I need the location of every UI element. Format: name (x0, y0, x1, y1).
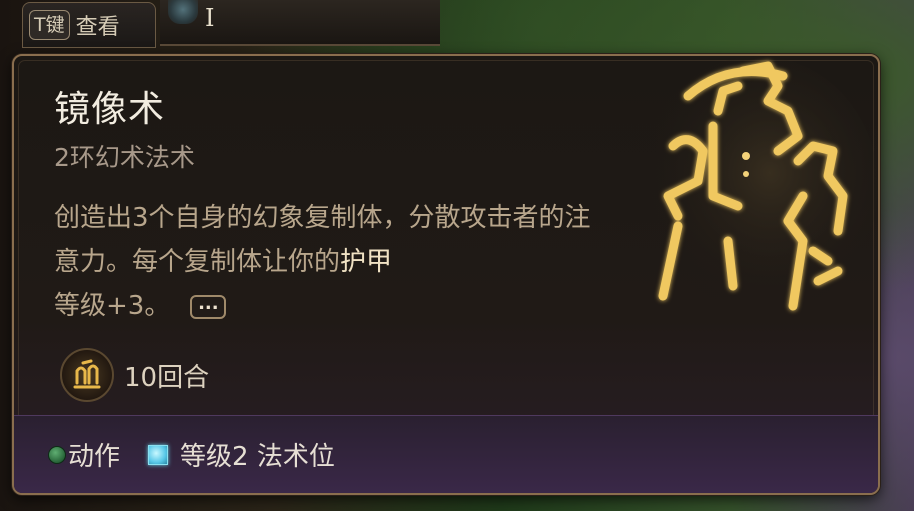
mirror-image-icon (60, 348, 114, 402)
spell-tooltip: 镜像术 2环幻术法术 创造出3个自身的幻象复制体，分散攻击者的注意力。每个复制体… (12, 54, 880, 495)
hotbar-glyph: I (205, 4, 215, 32)
duration-row: 10回合 (60, 348, 209, 402)
description-text-end: 等级+3。 (54, 291, 171, 321)
duration-text: 10回合 (124, 362, 210, 393)
more-info-button[interactable]: ... (190, 294, 227, 319)
action-dot-icon (48, 445, 66, 464)
spell-slot-cost-label: 等级2 法术位 (180, 442, 335, 472)
mirror-image-rune-icon (73, 359, 101, 389)
action-cost: 动作 (48, 436, 120, 473)
hotbar-strip (160, 0, 440, 46)
action-cost-label: 动作 (68, 442, 121, 472)
examine-key-hint[interactable]: T键 查看 (22, 2, 156, 48)
spell-slot-cost: 等级2 法术位 (148, 436, 335, 473)
key-cap: T键 (29, 10, 70, 40)
mirror-image-spell-art-icon (638, 56, 878, 316)
spell-level-school: 2环幻术法术 (54, 143, 195, 172)
spell-description: 创造出3个自身的幻象复制体，分散攻击者的注意力。每个复制体让你的护甲等级+3。.… (54, 196, 614, 328)
armor-class-link[interactable]: 护甲 (340, 247, 392, 277)
description-text: 创造出3个自身的幻象复制体，分散攻击者的注意力。每个复制体让你的 (54, 203, 591, 277)
spell-slot-icon (148, 444, 169, 465)
examine-label: 查看 (75, 15, 120, 40)
hotbar-ornament-icon (168, 0, 198, 24)
cost-footer: 动作 等级2 法术位 (14, 415, 878, 493)
spell-name: 镜像术 (54, 89, 166, 130)
